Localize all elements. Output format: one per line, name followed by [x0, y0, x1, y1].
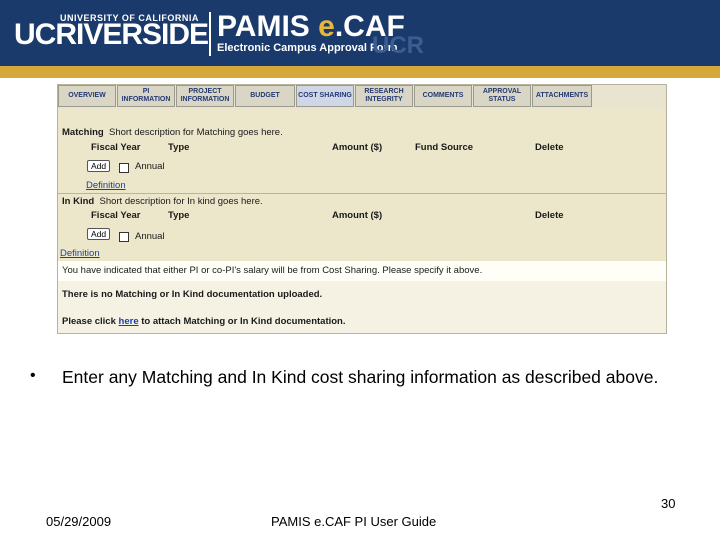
header-banner: UCRIVERSIDE UNIVERSITY OF CALIFORNIA PAM… [0, 0, 720, 66]
in-kind-definition-link[interactable]: Definition [60, 248, 100, 259]
matching-header: Matching Short description for Matching … [62, 127, 283, 138]
matching-definition-link[interactable]: Definition [86, 180, 126, 191]
attach-suffix: to attach Matching or In Kind documentat… [138, 316, 346, 327]
in-kind-col-amount: Amount ($) [332, 210, 383, 221]
in-kind-annual-label: Annual [135, 231, 165, 242]
in-kind-annual-checkbox[interactable] [119, 232, 129, 242]
tab-bar: OVERVIEW PI INFORMATION PROJECT INFORMAT… [58, 85, 666, 109]
cost-sharing-screen: OVERVIEW PI INFORMATION PROJECT INFORMAT… [57, 84, 667, 334]
tab-approval-status[interactable]: APPROVAL STATUS [473, 85, 531, 107]
footer-date: 05/29/2009 [46, 514, 112, 529]
tab-budget[interactable]: BUDGET [235, 85, 295, 107]
app-name-prefix: PAMIS [217, 10, 319, 43]
matching-col-fiscal-year: Fiscal Year [91, 142, 141, 153]
tab-overview[interactable]: OVERVIEW [58, 85, 116, 107]
ucr-logo: UCRIVERSIDE [14, 18, 209, 51]
attach-documentation-message: Please click here to attach Matching or … [62, 316, 346, 327]
tab-project-information[interactable]: PROJECT INFORMATION [176, 85, 234, 107]
ucr-watermark: UCR [372, 32, 424, 59]
app-subtitle: Electronic Campus Approval Form [217, 42, 398, 54]
in-kind-description: Short description for In kind goes here. [99, 196, 263, 207]
matching-description: Short description for Matching goes here… [108, 127, 283, 138]
bullet-marker: • [30, 367, 36, 384]
tab-pi-information[interactable]: PI INFORMATION [117, 85, 175, 107]
no-documentation-message: There is no Matching or In Kind document… [62, 289, 323, 300]
tab-attachments[interactable]: ATTACHMENTS [532, 85, 592, 107]
matching-col-amount: Amount ($) [332, 142, 383, 153]
matching-col-delete: Delete [535, 142, 564, 153]
university-line: UNIVERSITY OF CALIFORNIA [60, 13, 199, 23]
attach-prefix: Please click [62, 316, 119, 327]
in-kind-label: In Kind [62, 196, 95, 207]
banner-stripe [0, 66, 720, 78]
matching-annual-label: Annual [135, 161, 165, 172]
page-number: 30 [661, 496, 676, 511]
in-kind-col-type: Type [168, 210, 190, 221]
in-kind-add-button[interactable]: Add [87, 228, 111, 240]
footer-title: PAMIS e.CAF PI User Guide [271, 514, 437, 529]
section-divider [58, 193, 666, 194]
in-kind-header: In Kind Short description for In kind go… [62, 196, 263, 207]
tab-comments[interactable]: COMMENTS [414, 85, 472, 107]
bullet-text: Enter any Matching and In Kind cost shar… [62, 367, 659, 387]
matching-add-button[interactable]: Add [87, 160, 111, 172]
matching-col-type: Type [168, 142, 190, 153]
logo-separator [209, 12, 211, 56]
tab-research-integrity[interactable]: RESEARCH INTEGRITY [355, 85, 413, 107]
in-kind-col-fiscal-year: Fiscal Year [91, 210, 141, 221]
in-kind-col-delete: Delete [535, 210, 564, 221]
app-name-e: e [318, 10, 335, 43]
matching-col-fund-source: Fund Source [415, 142, 474, 153]
matching-label: Matching [62, 127, 104, 138]
matching-annual-checkbox[interactable] [119, 163, 129, 173]
tab-cost-sharing[interactable]: COST SHARING [296, 85, 354, 107]
cost-sharing-notice: You have indicated that either PI or co-… [62, 265, 483, 276]
attach-here-link[interactable]: here [119, 316, 139, 327]
